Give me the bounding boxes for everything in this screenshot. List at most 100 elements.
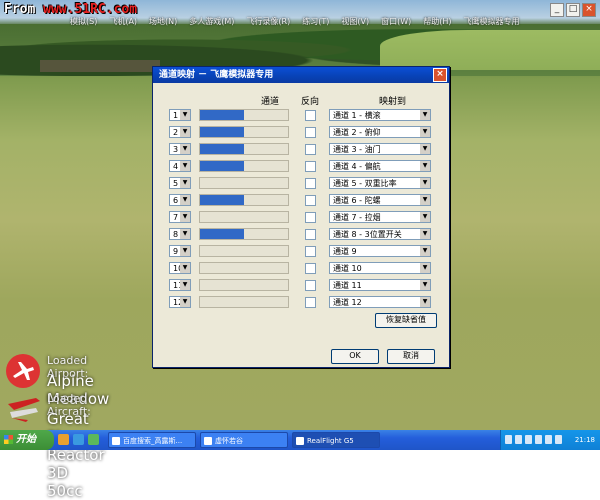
channel-select[interactable]: 11 ▼ [169,279,191,291]
reverse-checkbox[interactable] [305,195,316,206]
close-window-button[interactable]: × [582,3,596,17]
channel-level-bar [199,228,289,240]
mapping-select[interactable]: 通道 11 ▼ [329,279,431,291]
watermark-prefix: From [4,2,44,17]
channel-mapping-dialog: 通道映射 － 飞鹰模拟器专用 × 通道 反向 映射到 1 ▼ 通道 1 - 横滚 ▼ 2… [152,66,450,368]
reverse-checkbox[interactable] [305,263,316,274]
chevron-down-icon: ▼ [420,263,430,273]
reverse-checkbox[interactable] [305,297,316,308]
menu-flight-record[interactable]: 飞行录像(R) [246,16,290,27]
channel-select[interactable]: 9 ▼ [169,245,191,257]
app-window-title: 飞鹰模拟器专用 [463,17,520,26]
tray-app-icon[interactable] [515,435,522,444]
menu-field[interactable]: 场地(N) [149,16,177,27]
channel-select[interactable]: 4 ▼ [169,160,191,172]
reverse-checkbox[interactable] [305,212,316,223]
cancel-button[interactable]: 取消 [387,349,435,364]
folder-icon[interactable] [58,434,69,445]
chevron-down-icon: ▼ [180,280,190,290]
dialog-titlebar[interactable]: 通道映射 － 飞鹰模拟器专用 × [153,67,449,83]
ie-icon [112,437,120,445]
reverse-checkbox[interactable] [305,280,316,291]
watermark: From www.51RC.com [4,2,137,17]
channel-select[interactable]: 1 ▼ [169,109,191,121]
taskbar-button-realflight[interactable]: RealFlight G5 [292,432,380,448]
mapping-select[interactable]: 通道 6 - 陀螺 ▼ [329,194,431,206]
menu-view[interactable]: 视图(V) [341,16,369,27]
menu-multiplayer[interactable]: 多人游戏(M) [189,16,234,27]
mapping-value: 通道 11 [333,281,362,290]
channel-select[interactable]: 10 ▼ [169,262,191,274]
channel-level-bar [199,279,289,291]
start-button[interactable]: 开始 [0,430,54,450]
ok-label: OK [349,351,361,360]
channel-level-fill [200,110,244,120]
tray-network-icon[interactable] [545,435,552,444]
channel-select[interactable]: 12 ▼ [169,296,191,308]
menu-simulation[interactable]: 模拟(S) [70,16,97,27]
channel-row: 11 ▼ 通道 11 ▼ [161,279,439,293]
chevron-down-icon: ▼ [420,229,430,239]
mapping-value: 通道 8 - 3位置开关 [333,230,402,239]
channel-level-fill [200,195,244,205]
tray-volume-icon[interactable] [555,435,562,444]
reverse-checkbox[interactable] [305,161,316,172]
channel-select[interactable]: 3 ▼ [169,143,191,155]
channel-select[interactable]: 8 ▼ [169,228,191,240]
tray-app-icon[interactable] [525,435,532,444]
tray-app-icon[interactable] [535,435,542,444]
menu-help[interactable]: 帮助(H) [423,16,451,27]
mapping-select[interactable]: 通道 3 - 油门 ▼ [329,143,431,155]
channel-row: 7 ▼ 通道 7 - 拉烟 ▼ [161,211,439,225]
channel-row: 10 ▼ 通道 10 ▼ [161,262,439,276]
mapping-select[interactable]: 通道 10 ▼ [329,262,431,274]
mapping-select[interactable]: 通道 8 - 3位置开关 ▼ [329,228,431,240]
folder-icon [204,437,212,445]
reverse-checkbox[interactable] [305,127,316,138]
mapping-select[interactable]: 通道 2 - 俯仰 ▼ [329,126,431,138]
mapping-select[interactable]: 通道 5 - 双重比率 ▼ [329,177,431,189]
dialog-close-button[interactable]: × [433,68,447,82]
maximize-button[interactable]: □ [566,3,580,17]
mapping-select[interactable]: 通道 9 ▼ [329,245,431,257]
reverse-checkbox[interactable] [305,110,316,121]
mapping-select[interactable]: 通道 4 - 偏航 ▼ [329,160,431,172]
channel-row: 4 ▼ 通道 4 - 偏航 ▼ [161,160,439,174]
channel-select[interactable]: 2 ▼ [169,126,191,138]
chevron-down-icon: ▼ [180,297,190,307]
taskbar-button-browser[interactable]: 百度搜索_高露斯... [108,432,196,448]
restore-defaults-button[interactable]: 恢复缺省值 [375,313,437,328]
reverse-checkbox[interactable] [305,144,316,155]
menu-practice[interactable]: 练习(T) [302,16,329,27]
mapping-value: 通道 5 - 双重比率 [333,179,397,188]
mapping-value: 通道 10 [333,264,362,273]
channel-select[interactable]: 6 ▼ [169,194,191,206]
mapping-select[interactable]: 通道 12 ▼ [329,296,431,308]
chevron-down-icon: ▼ [180,110,190,120]
reverse-checkbox[interactable] [305,178,316,189]
tray-icons [505,435,562,444]
menu-window[interactable]: 窗口(W) [381,16,411,27]
channel-number: 5 [173,179,179,188]
background-farmhouse [40,60,160,72]
mapping-panel: 通道 反向 映射到 1 ▼ 通道 1 - 横滚 ▼ 2 ▼ 通道 2 - 俯仰 ▼ 3 ▼ 通道 3… [161,89,439,341]
menu-aircraft[interactable]: 飞机(A) [109,16,137,27]
ok-button[interactable]: OK [331,349,379,364]
channel-row: 3 ▼ 通道 3 - 油门 ▼ [161,143,439,157]
reverse-checkbox[interactable] [305,246,316,257]
browser-icon[interactable] [73,434,84,445]
chevron-down-icon: ▼ [180,246,190,256]
channel-select[interactable]: 5 ▼ [169,177,191,189]
clock[interactable]: 21:18 [575,430,595,450]
header-mapping: 映射到 [379,97,407,107]
tray-app-icon[interactable] [505,435,512,444]
aircraft-name: Great Planes Reactor 3D 50cc [47,410,105,500]
reverse-checkbox[interactable] [305,229,316,240]
channel-select[interactable]: 7 ▼ [169,211,191,223]
media-icon[interactable] [88,434,99,445]
mapping-select[interactable]: 通道 7 - 拉烟 ▼ [329,211,431,223]
taskbar-button-folder[interactable]: 虚怀若谷 [200,432,288,448]
minimize-button[interactable]: _ [550,3,564,17]
channel-level-bar [199,126,289,138]
mapping-select[interactable]: 通道 1 - 横滚 ▼ [329,109,431,121]
